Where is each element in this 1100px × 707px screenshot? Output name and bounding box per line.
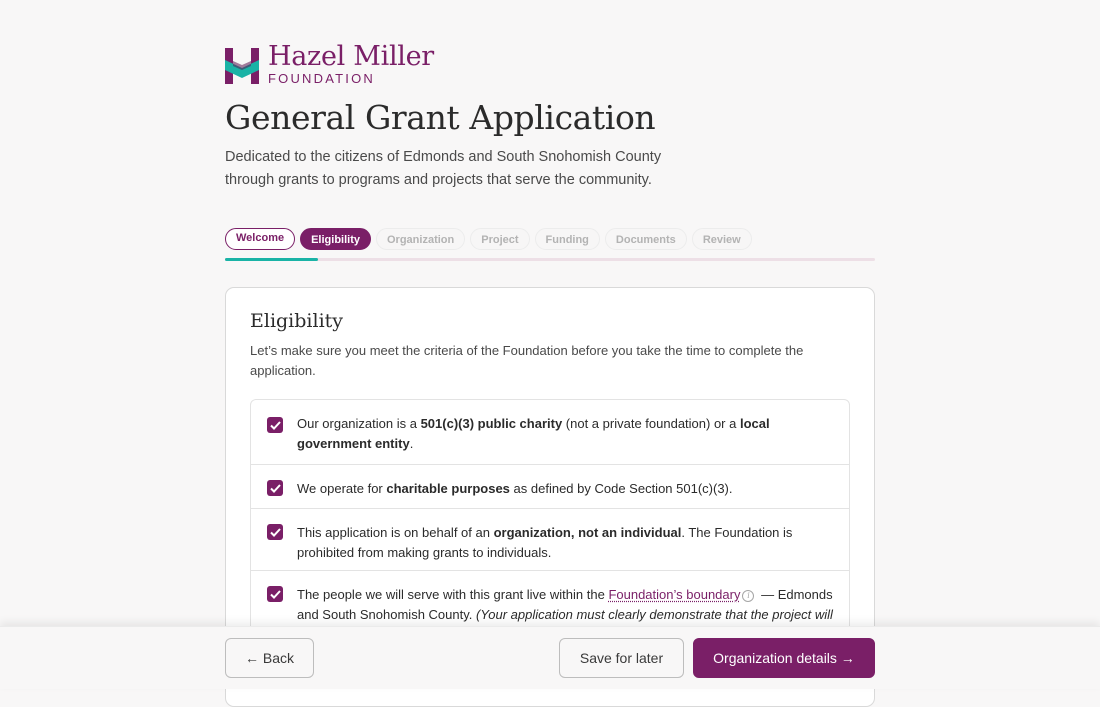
checkbox-checked-icon[interactable] [267,586,283,602]
card-intro: Let’s make sure you meet the criteria of… [250,341,820,381]
step-tabs: Welcome Eligibility Organization Project… [225,228,752,250]
info-circle-icon[interactable]: i [742,590,754,602]
page-title: General Grant Application [225,98,655,137]
eligibility-checklist: Our organization is a 501(c)(3) public c… [250,399,850,652]
logo-wordmark: Hazel Miller FOUNDATION [268,42,434,86]
tab-funding[interactable]: Funding [535,228,600,250]
tab-project[interactable]: Project [470,228,529,250]
logo-subtitle: FOUNDATION [268,72,434,86]
logo-name: Hazel Miller [268,42,434,72]
list-item[interactable]: We operate for charitable purposes as de… [251,465,849,509]
foundation-logo[interactable]: Hazel Miller FOUNDATION [225,46,259,86]
item-text: . [410,436,414,451]
checkbox-checked-icon[interactable] [267,417,283,433]
item-text: as defined by Code Section 501(c)(3). [510,481,733,496]
tab-organization[interactable]: Organization [376,228,465,250]
progress-bar-fill [225,258,318,261]
list-item[interactable]: Our organization is a 501(c)(3) public c… [251,400,849,465]
item-text: This application is on behalf of an [297,525,494,540]
item-bold: 501(c)(3) public charity [421,416,563,431]
item-text: We operate for [297,481,386,496]
tab-eligibility[interactable]: Eligibility [300,228,371,250]
list-item[interactable]: This application is on behalf of an orga… [251,509,849,571]
page-subtitle: Dedicated to the citizens of Edmonds and… [225,146,685,192]
item-bold: charitable purposes [386,481,510,496]
progress-bar [225,258,875,261]
card-title: Eligibility [250,310,343,332]
organization-details-button[interactable]: Organization details → [693,638,875,678]
save-for-later-button[interactable]: Save for later [559,638,684,678]
hazel-miller-logo-icon [225,48,259,84]
item-bold: organization, not an individual [494,525,682,540]
item-text: Our organization is a [297,416,421,431]
tab-documents[interactable]: Documents [605,228,687,250]
checkbox-checked-icon[interactable] [267,480,283,496]
item-text: The people we will serve with this grant… [297,587,608,602]
footer-bar: ← Back Save for later Organization detai… [0,626,1100,689]
back-button[interactable]: ← Back [225,638,314,678]
checkbox-checked-icon[interactable] [267,524,283,540]
tab-review[interactable]: Review [692,228,752,250]
tab-welcome[interactable]: Welcome [225,228,295,250]
foundation-boundary-link[interactable]: Foundation’s boundary [608,587,740,602]
item-text: (not a private foundation) or a [562,416,740,431]
